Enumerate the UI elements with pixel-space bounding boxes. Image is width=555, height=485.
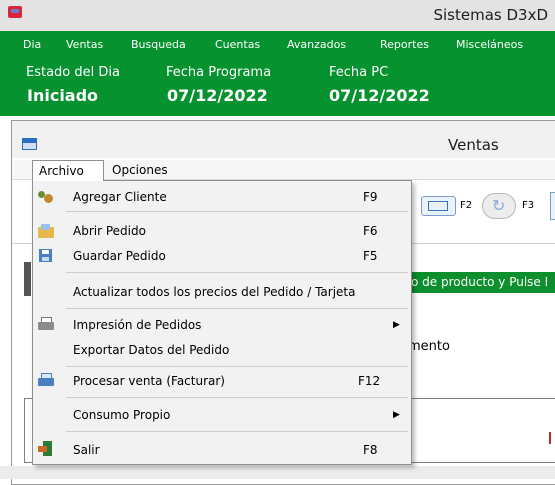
menu-archivo[interactable]: Archivo (32, 160, 104, 181)
open-folder-icon (38, 224, 54, 240)
menu-reportes[interactable]: Reportes (380, 38, 429, 51)
partial-text: mento (408, 339, 450, 354)
shortcut-f5: F5 (363, 249, 378, 263)
window-icon (22, 138, 37, 150)
menu-separator (66, 272, 408, 273)
refresh-icon[interactable] (482, 193, 516, 219)
exit-door-icon (38, 441, 54, 457)
menu-item-impresion-pedidos[interactable]: Impresión de Pedidos (73, 318, 201, 332)
toolbar-f3-label: F3 (522, 200, 535, 211)
menu-item-abrir-pedido[interactable]: Abrir Pedido (73, 224, 146, 238)
menu-cuentas[interactable]: Cuentas (215, 38, 260, 51)
fecha-pc-value: 07/12/2022 (329, 86, 430, 105)
fecha-pc-label: Fecha PC (329, 65, 389, 80)
estado-label: Estado del Dia (26, 65, 120, 80)
menu-separator (66, 397, 408, 398)
submenu-arrow-icon: ▶ (393, 410, 400, 420)
save-icon (39, 249, 52, 262)
shortcut-f8: F8 (363, 443, 378, 457)
printer-icon (38, 316, 54, 332)
menu-item-guardar-pedido[interactable]: Guardar Pedido (73, 249, 166, 263)
menu-avanzados[interactable]: Avanzados (287, 38, 346, 51)
ventas-title: Ventas (448, 136, 499, 154)
menu-item-procesar-venta[interactable]: Procesar venta (Facturar) (73, 374, 225, 388)
users-icon (38, 189, 54, 205)
menu-item-exportar-datos[interactable]: Exportar Datos del Pedido (73, 343, 229, 357)
toolbar-f2-button[interactable] (421, 196, 456, 216)
fecha-programa-label: Fecha Programa (166, 65, 272, 80)
menu-miscelaneos[interactable]: Misceláneos (456, 38, 523, 51)
app-title-bar: Sistemas D3xD (0, 0, 555, 31)
status-bar (0, 466, 555, 479)
menu-item-agregar-cliente[interactable]: Agregar Cliente (73, 190, 167, 204)
menu-item-actualizar-precios[interactable]: Actualizar todos los precios del Pedido … (73, 285, 355, 299)
red-marker (549, 432, 555, 444)
menu-separator (66, 211, 408, 212)
app-title: Sistemas D3xD (433, 6, 548, 24)
toolbar-next-button[interactable] (550, 192, 555, 220)
fecha-programa-value: 07/12/2022 (167, 86, 268, 105)
menu-separator (66, 366, 408, 367)
app-logo-icon (8, 6, 22, 18)
info-banner: o de producto y Pulse I (408, 272, 555, 293)
menu-item-consumo-propio[interactable]: Consumo Propio (73, 408, 170, 422)
toolbar-f2-label: F2 (460, 200, 473, 211)
menu-dia[interactable]: Dia (23, 38, 41, 51)
menu-opciones[interactable]: Opciones (112, 163, 168, 177)
menu-separator (66, 308, 408, 309)
menu-busqueda[interactable]: Busqueda (131, 38, 186, 51)
shortcut-f9: F9 (363, 190, 378, 204)
shortcut-f6: F6 (363, 224, 378, 238)
menu-ventas[interactable]: Ventas (66, 38, 103, 51)
menu-archivo-label: Archivo (39, 164, 84, 178)
submenu-arrow-icon: ▶ (393, 320, 400, 330)
menu-separator (66, 431, 408, 432)
process-printer-icon (38, 372, 54, 388)
panel-edge (24, 262, 31, 296)
shortcut-f12: F12 (358, 374, 381, 388)
menu-item-salir[interactable]: Salir (73, 443, 100, 457)
estado-value: Iniciado (27, 86, 99, 105)
info-banner-text: o de producto y Pulse I (411, 275, 549, 289)
